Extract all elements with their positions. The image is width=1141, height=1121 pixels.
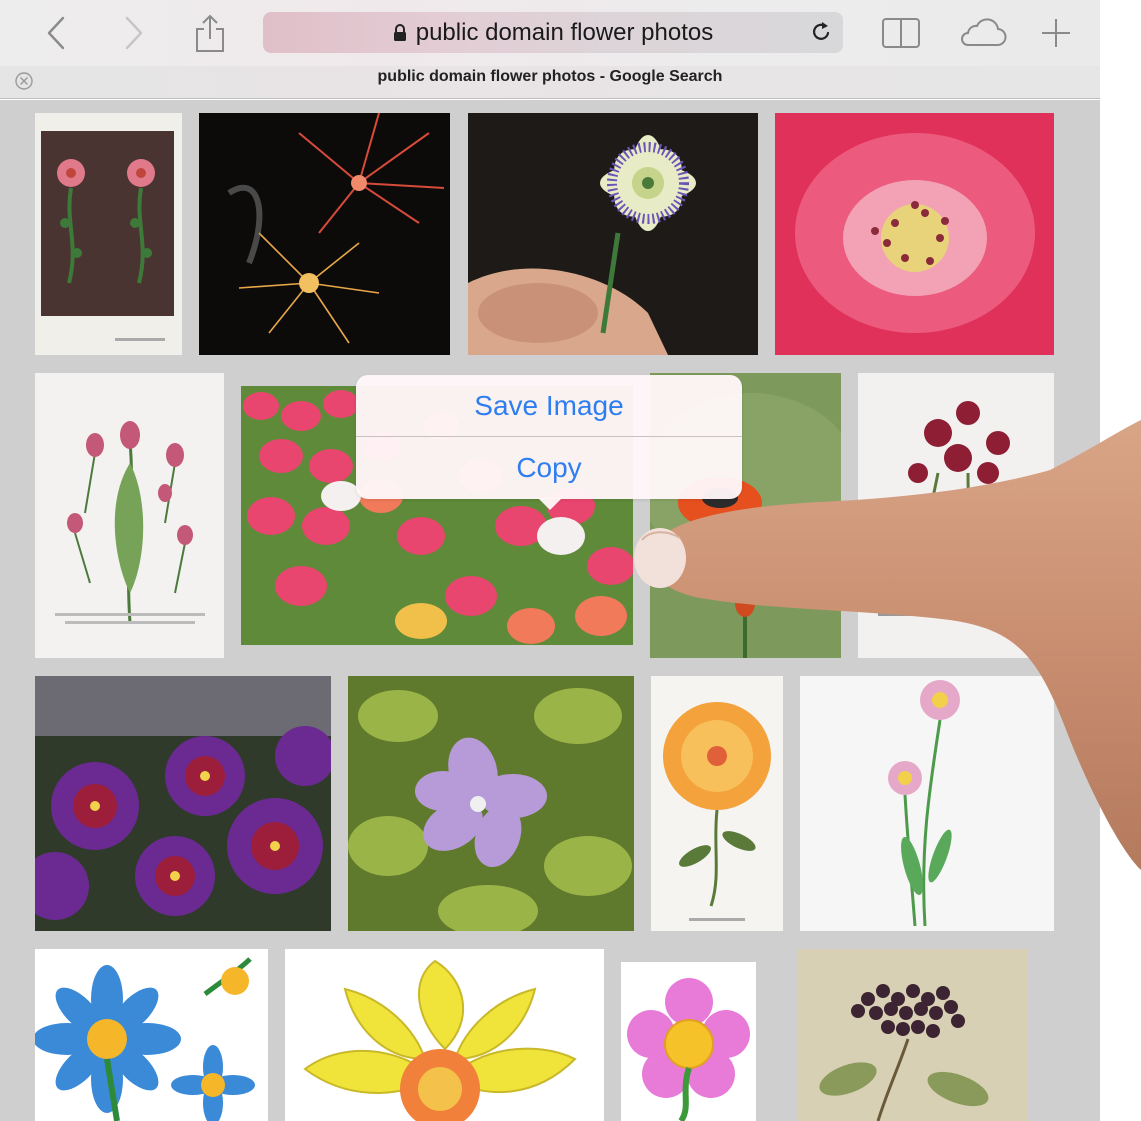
image-result[interactable]	[348, 676, 634, 931]
image-result[interactable]	[35, 373, 224, 658]
image-result[interactable]	[285, 949, 604, 1121]
lock-icon	[393, 23, 406, 41]
bookmarks-button[interactable]	[876, 12, 926, 54]
page-title[interactable]: public domain flower photos - Google Sea…	[0, 66, 1100, 99]
chevron-right-icon	[125, 16, 143, 50]
forward-button[interactable]	[116, 12, 152, 54]
image-results-grid	[0, 100, 1100, 1121]
new-tab-button[interactable]	[1034, 12, 1078, 54]
botanical-print-tulips-image	[35, 373, 224, 658]
image-result[interactable]	[35, 676, 331, 931]
yellow-daffodil-clipart-image	[285, 949, 604, 1121]
botanical-print-elderberry-image	[798, 949, 1027, 1121]
address-text: public domain flower photos	[415, 18, 714, 46]
plus-icon	[1042, 19, 1070, 47]
chevron-left-icon	[47, 16, 65, 50]
page-margin	[1100, 0, 1141, 1121]
image-result[interactable]	[35, 113, 182, 355]
icloud-tabs-button[interactable]	[952, 12, 1012, 54]
share-icon	[196, 14, 224, 52]
copy-menu-item[interactable]: Copy	[356, 437, 742, 499]
blue-daisies-clipart-image	[35, 949, 268, 1121]
periwinkle-flower-image	[348, 676, 634, 931]
image-result[interactable]	[199, 113, 450, 355]
fireworks-image	[199, 113, 450, 355]
image-result[interactable]	[621, 962, 756, 1121]
cloud-icon	[961, 18, 1007, 46]
image-result[interactable]	[468, 113, 758, 355]
address-bar[interactable]: public domain flower photos	[263, 12, 843, 53]
reload-icon	[813, 22, 830, 40]
passion-flower-image	[468, 113, 758, 355]
image-result[interactable]	[858, 373, 1054, 658]
pink-asters-illustration-image	[800, 676, 1054, 931]
image-result[interactable]	[651, 676, 783, 931]
share-button[interactable]	[188, 12, 232, 54]
close-tab-button[interactable]	[14, 71, 34, 91]
pink-rose-image	[775, 113, 1054, 355]
save-image-menu-item[interactable]: Save Image	[356, 375, 742, 437]
purple-petunias-image	[35, 676, 331, 931]
address-display: public domain flower photos	[393, 18, 714, 47]
image-result[interactable]	[35, 949, 268, 1121]
image-result[interactable]	[800, 676, 1054, 931]
back-button[interactable]	[38, 12, 74, 54]
open-book-icon	[882, 18, 920, 48]
image-result[interactable]	[775, 113, 1054, 355]
reload-button[interactable]	[809, 20, 833, 44]
tab-bar: public domain flower photos - Google Sea…	[0, 66, 1100, 99]
close-icon	[15, 72, 33, 90]
botanical-print-dahlia-image	[651, 676, 783, 931]
botanical-print-roses-image	[35, 113, 182, 355]
botanical-print-carnations-image	[858, 373, 1054, 658]
pink-flower-clipart-image	[621, 962, 756, 1121]
browser-toolbar: public domain flower photos	[0, 0, 1100, 66]
image-result[interactable]	[798, 949, 1027, 1121]
image-context-menu: Save Image Copy	[356, 375, 742, 510]
